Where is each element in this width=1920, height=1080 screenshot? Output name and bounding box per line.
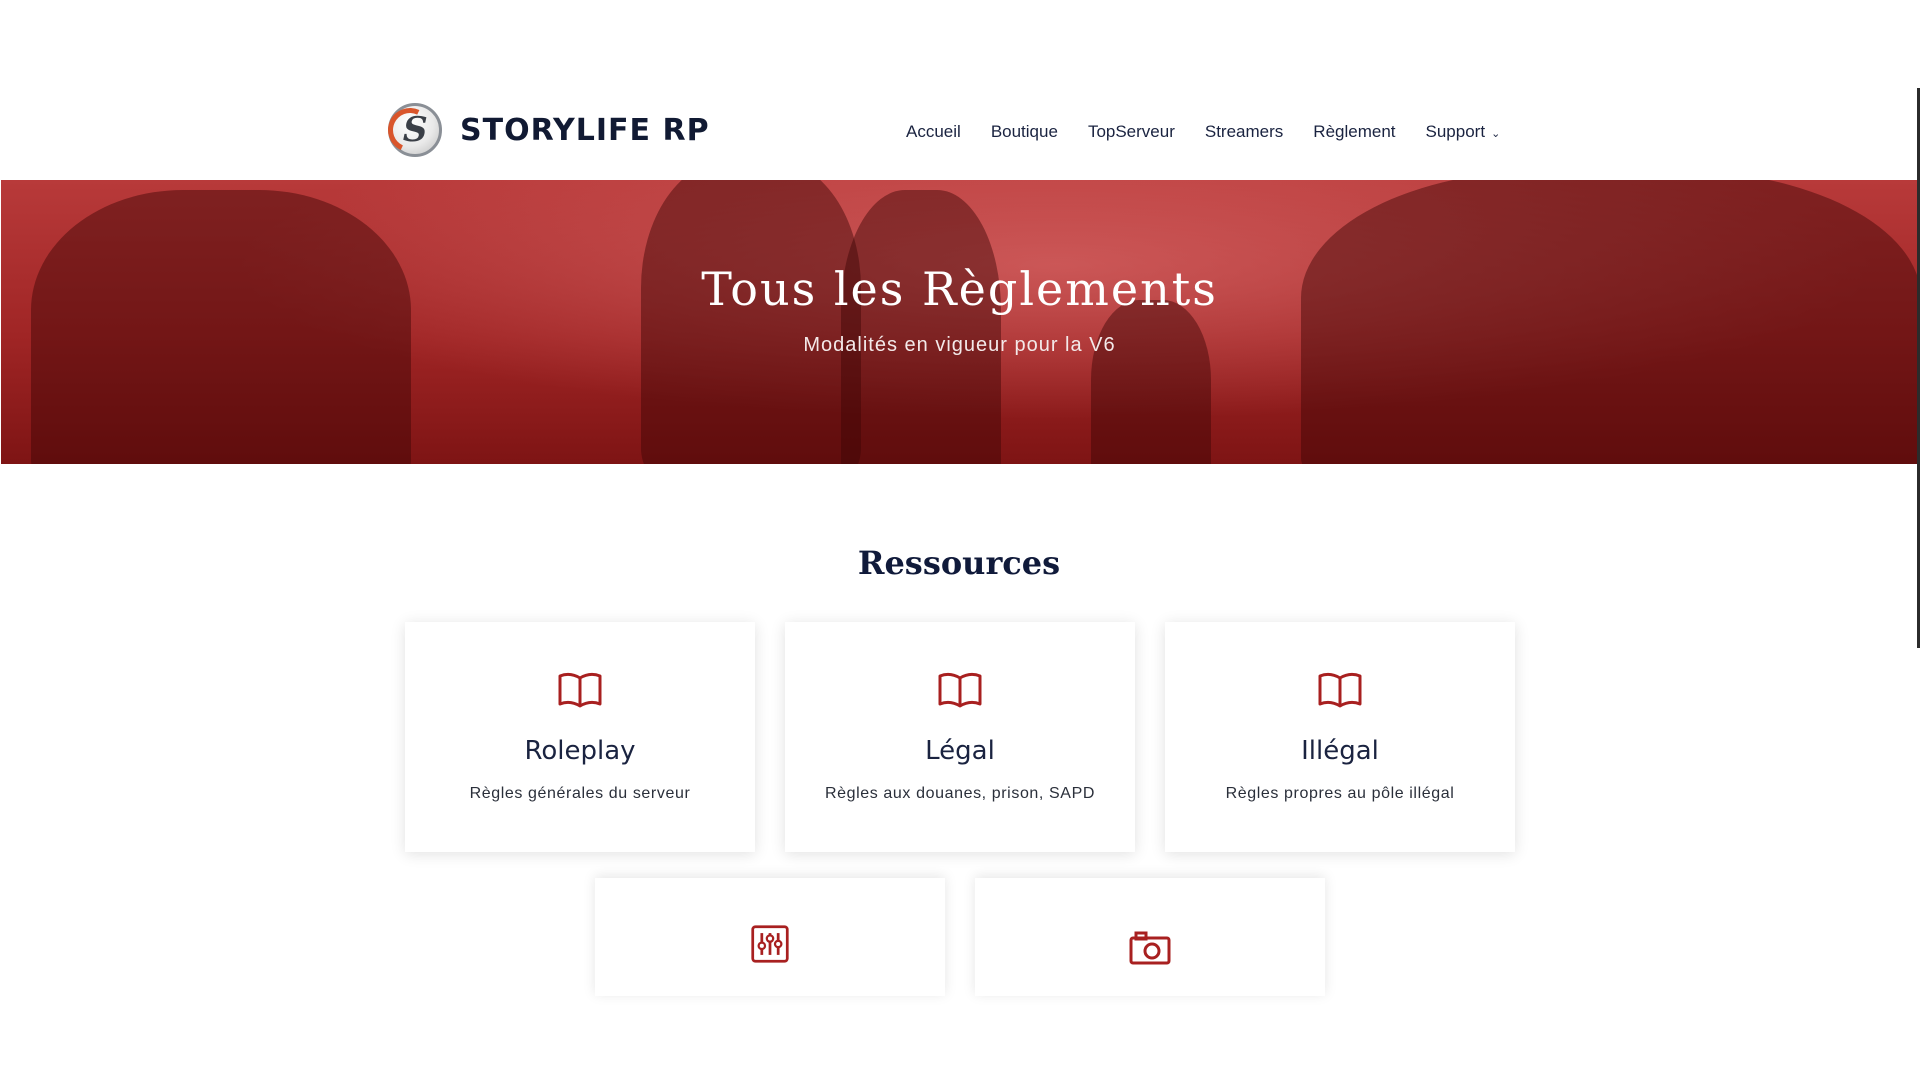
hero-figure-shape (641, 180, 861, 464)
nav-label: Boutique (990, 122, 1058, 141)
brand-name: STORYLIFE RP (460, 112, 710, 148)
resource-card-media[interactable] (975, 878, 1325, 996)
nav-item-accueil[interactable]: Accueil (906, 122, 961, 142)
logo-letter: S (398, 110, 432, 150)
card-description: Règles propres au pôle illégal (1225, 785, 1455, 802)
book-icon (938, 672, 982, 708)
main-nav: Accueil Boutique TopServeur Streamers Rè… (906, 122, 1500, 142)
camera-icon (1129, 931, 1171, 965)
card-description: Règles aux douanes, prison, SAPD (824, 785, 1095, 802)
nav-item-topserveur[interactable]: TopServeur (1088, 122, 1175, 142)
nav-item-streamers[interactable]: Streamers (1205, 122, 1283, 142)
card-description: Règles générales du serveur (469, 785, 691, 802)
chevron-down-icon: ⌄ (1491, 127, 1501, 140)
nav-label: Support (1425, 122, 1486, 141)
hero-figure-shape (841, 190, 1001, 464)
nav-label: Accueil (906, 122, 961, 141)
hero-figure-shape (1091, 300, 1211, 464)
brand-logo[interactable]: S STORYLIFE RP (388, 103, 710, 157)
card-title: Roleplay (524, 736, 636, 766)
card-title: Illégal (1301, 736, 1379, 766)
site-header: S STORYLIFE RP Accueil Boutique TopServe… (0, 100, 1918, 180)
resource-card-roleplay[interactable]: Roleplay Règles générales du serveur (405, 622, 755, 852)
resource-card-legal[interactable]: Légal Règles aux douanes, prison, SAPD (785, 622, 1135, 852)
resource-card-settings[interactable] (595, 878, 945, 996)
card-title: Légal (925, 736, 995, 766)
nav-item-boutique[interactable]: Boutique (991, 122, 1058, 142)
book-icon (558, 672, 602, 708)
nav-item-reglement[interactable]: Règlement (1313, 122, 1395, 142)
sliders-icon (751, 925, 789, 963)
resources-title: Ressources (857, 544, 1061, 582)
hero-banner: Tous les Règlements Modalités en vigueur… (1, 180, 1918, 464)
nav-item-support[interactable]: Support ⌄ (1426, 122, 1501, 142)
nav-label: Règlement (1313, 122, 1396, 141)
hero-title: Tous les Règlements (701, 262, 1218, 316)
hero-subtitle: Modalités en vigueur pour la V6 (803, 334, 1116, 356)
hero-figure-shape (31, 190, 411, 464)
nav-label: TopServeur (1087, 122, 1175, 141)
hero-figure-shape (1301, 180, 1918, 464)
page: S STORYLIFE RP Accueil Boutique TopServe… (0, 0, 1920, 1080)
resource-card-illegal[interactable]: Illégal Règles propres au pôle illégal (1165, 622, 1515, 852)
nav-label: Streamers (1204, 122, 1284, 141)
logo-icon: S (388, 103, 442, 157)
book-icon (1318, 672, 1362, 708)
